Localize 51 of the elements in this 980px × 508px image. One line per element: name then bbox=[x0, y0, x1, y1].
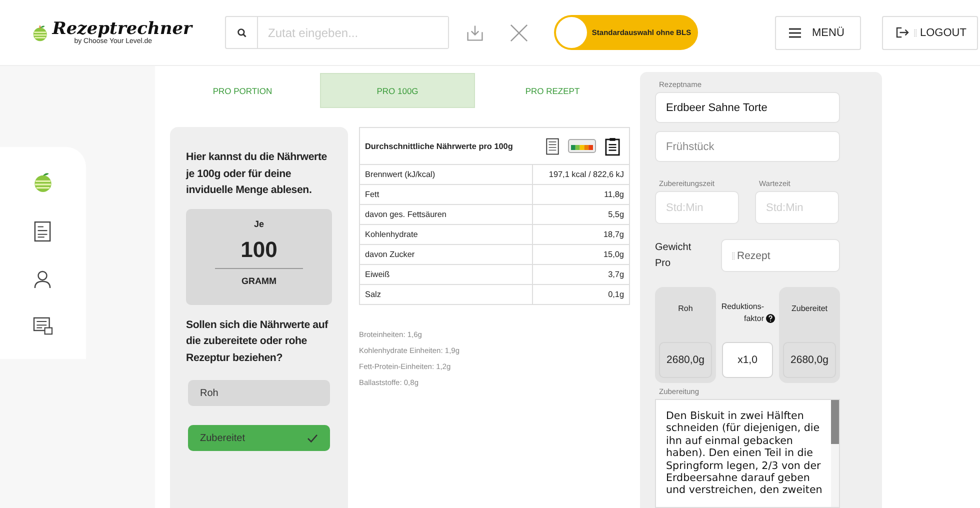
download-tray-icon[interactable] bbox=[466, 24, 484, 42]
check-icon bbox=[307, 434, 318, 442]
search-icon[interactable] bbox=[236, 28, 246, 38]
raw-weight-field[interactable]: 2680,0g bbox=[659, 342, 712, 378]
list-card-icon[interactable] bbox=[32, 317, 52, 335]
weight-label: Gewicht Pro bbox=[655, 240, 692, 270]
table-cell: davon Zucker bbox=[360, 244, 532, 264]
amount-value[interactable]: 100 bbox=[215, 236, 303, 268]
scrollbar-thumb[interactable] bbox=[831, 400, 839, 444]
close-icon[interactable] bbox=[510, 24, 528, 42]
table-cell: Brennwert (kJ/kcal) bbox=[360, 164, 532, 184]
table-cell: Eiweiß bbox=[360, 264, 532, 284]
factor-field[interactable]: x1,0 bbox=[722, 342, 773, 378]
table-cell: Fett bbox=[360, 184, 532, 204]
table-cell: 0,1g bbox=[532, 284, 630, 304]
table-title: Durchschnittliche Nährwerte pro 100g bbox=[365, 142, 513, 150]
user-icon[interactable] bbox=[34, 270, 51, 289]
amount-label: Je bbox=[254, 218, 264, 228]
cooked-weight-field[interactable]: 2680,0g bbox=[783, 342, 836, 378]
card-label: Zubereitet bbox=[791, 303, 828, 315]
clipboard-icon[interactable] bbox=[605, 136, 620, 156]
option-button[interactable]: Roh bbox=[188, 380, 330, 406]
weight-value: Rezept bbox=[737, 250, 770, 262]
menu-icon bbox=[789, 28, 801, 38]
option-button[interactable]: Zubereitet bbox=[188, 425, 330, 451]
recipe-name-field[interactable]: Erdbeer Sahne Torte bbox=[655, 92, 840, 123]
table-cell: davon ges. Fettsäuren bbox=[360, 204, 532, 224]
question-text: Sollen sich die Nährwerte auf die zubereitete oder rohe Rezeptur beziehen? bbox=[186, 318, 330, 366]
card-label: Roh bbox=[678, 303, 693, 315]
logo-wordmark: Rezeptrechner bbox=[52, 20, 192, 38]
document-icon[interactable] bbox=[34, 221, 51, 242]
weight-field[interactable]: Rezept bbox=[721, 239, 840, 272]
table-cell: 15,0g bbox=[532, 244, 630, 264]
instructions-field[interactable]: Den Biskuit in zwei Hälften schneiden (für diejenigen, die ihn auf einmal gebacken haben). Den einen Teil in die Springform legen, 2/3 von der Erdbeersahne darauf geben und verstreichen, den zweiten bbox=[655, 399, 840, 508]
help-icon[interactable] bbox=[766, 314, 775, 323]
logout-icon bbox=[896, 27, 909, 38]
table-cell: 11,8g bbox=[532, 184, 630, 204]
label-sheet-icon[interactable] bbox=[546, 138, 559, 154]
intro-text: Hier kannst du die Nährwerte je 100g oder für deine inviduelle Menge ablesen. bbox=[186, 150, 328, 198]
table-cell: 5,5g bbox=[532, 204, 630, 224]
table-cell: 3,7g bbox=[532, 264, 630, 284]
score-badge-icon[interactable] bbox=[568, 139, 596, 153]
table-cell: 197,1 kcal / 822,6 kJ bbox=[532, 164, 630, 184]
table-cell: Salz bbox=[360, 284, 532, 304]
menu-button[interactable]: MENÜ bbox=[775, 16, 861, 50]
table-cell: Kohlenhydrate bbox=[360, 224, 532, 244]
card-label: Reduktions-faktor bbox=[720, 301, 764, 325]
amount-unit: GRAMM bbox=[242, 276, 276, 286]
logout-button[interactable]: LOGOUT bbox=[882, 16, 978, 50]
table-cell: 18,7g bbox=[532, 224, 630, 244]
category-field[interactable]: Frühstück bbox=[655, 131, 840, 162]
